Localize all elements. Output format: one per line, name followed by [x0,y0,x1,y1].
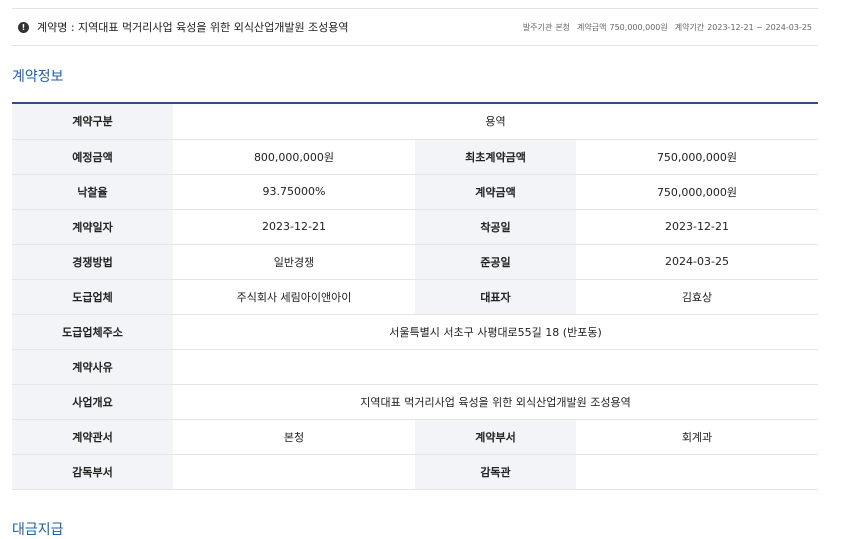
field-value: 서울특별시 서초구 사평대로55길 18 (반포동) [173,314,818,350]
field-value: 750,000,000원 [576,139,818,175]
field-label: 감독부서 [12,454,173,490]
field-value: 2023-12-21 [173,209,415,245]
table-row: 도급업체주소 서울특별시 서초구 사평대로55길 18 (반포동) [12,314,818,350]
field-label: 낙찰율 [12,174,173,210]
field-label: 계약관서 [12,419,173,455]
summary-title-group: ! 계약명 : 지역대표 먹거리사업 육성을 위한 외식산업개발원 조성용역 [18,19,349,35]
meta-period-label: 계약기간 [674,22,705,32]
field-value: 본청 [173,419,415,455]
contract-name: 계약명 : 지역대표 먹거리사업 육성을 위한 외식산업개발원 조성용역 [37,21,349,34]
table-row: 계약사유 [12,349,818,385]
field-value [173,349,818,385]
table-row: 낙찰율 93.75000% 계약금액 750,000,000원 [12,174,818,210]
field-value: 2023-12-21 [576,209,818,245]
meta-client: 발주기관 본청 [523,22,570,33]
field-value: 일반경쟁 [173,244,415,280]
meta-amount-label: 계약금액 [577,22,607,32]
contract-summary-bar: ! 계약명 : 지역대표 먹거리사업 육성을 위한 외식산업개발원 조성용역 발… [12,8,818,46]
field-label: 준공일 [415,244,576,280]
field-label: 계약구분 [12,104,173,140]
table-row: 도급업체 주식회사 세림아이앤아이 대표자 김효상 [12,279,818,315]
table-row: 경쟁방법 일반경쟁 준공일 2024-03-25 [12,244,818,280]
field-value: 2024-03-25 [576,244,818,280]
field-label: 계약일자 [12,209,173,245]
field-label: 대표자 [415,279,576,315]
field-label: 감독관 [415,454,576,490]
meta-client-value: 본청 [555,22,571,32]
contract-info-table: 계약구분 용역 예정금액 800,000,000원 최초계약금액 750,000,000원… [12,102,818,490]
field-label: 최초계약금액 [415,139,576,175]
field-value: 용역 [173,104,818,140]
summary-meta: 발주기관 본청 계약금액 750,000,000원 계약기간 2023-12-21 ~… [523,22,812,33]
field-label: 착공일 [415,209,576,245]
field-value: 750,000,000원 [576,174,818,210]
field-label: 도급업체 [12,279,173,315]
field-value: 지역대표 먹거리사업 육성을 위한 외식산업개발원 조성용역 [173,384,818,420]
table-row: 사업개요 지역대표 먹거리사업 육성을 위한 외식산업개발원 조성용역 [12,384,818,420]
field-value [576,454,818,490]
meta-amount-value: 750,000,000원 [609,22,668,32]
field-value: 800,000,000원 [173,139,415,175]
table-row: 계약일자 2023-12-21 착공일 2023-12-21 [12,209,818,245]
field-value [173,454,415,490]
field-label: 계약금액 [415,174,576,210]
field-label: 계약부서 [415,419,576,455]
next-section-title: 대금지급 [12,522,64,538]
table-row: 예정금액 800,000,000원 최초계약금액 750,000,000원 [12,139,818,175]
table-row: 계약관서 본청 계약부서 회계과 [12,419,818,455]
table-row: 계약구분 용역 [12,104,818,140]
meta-period: 계약기간 2023-12-21 ~ 2024-03-25 [675,22,812,33]
field-label: 예정금액 [12,139,173,175]
table-row: 감독부서 감독관 [12,454,818,490]
alert-icon: ! [18,21,29,33]
meta-period-value: 2023-12-21 ~ 2024-03-25 [707,22,812,32]
field-label: 경쟁방법 [12,244,173,280]
field-label: 사업개요 [12,384,173,420]
field-value: 김효상 [576,279,818,315]
field-label: 계약사유 [12,349,173,385]
meta-amount: 계약금액 750,000,000원 [577,22,668,33]
meta-client-label: 발주기관 [522,22,553,32]
field-value: 93.75000% [173,174,415,210]
field-value: 주식회사 세림아이앤아이 [173,279,415,315]
section-title: 계약정보 [12,69,64,85]
field-label: 도급업체주소 [12,314,173,350]
field-value: 회계과 [576,419,818,455]
